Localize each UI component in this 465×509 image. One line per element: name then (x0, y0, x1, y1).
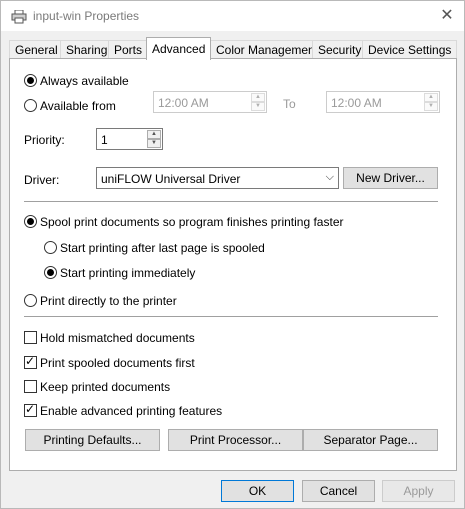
divider (24, 316, 438, 317)
to-time-value: 12:00 AM (331, 96, 382, 110)
priority-value: 1 (101, 133, 108, 147)
to-time-arrows: ▲ ▼ (424, 93, 438, 111)
spool-radio[interactable] (24, 215, 37, 228)
from-time-spinner[interactable]: 12:00 AM ▲ ▼ (153, 91, 267, 113)
priority-label: Priority: (24, 133, 65, 147)
always-available-radio[interactable] (24, 74, 37, 87)
spool-label: Spool print documents so program finishe… (40, 215, 344, 229)
keep-printed-label: Keep printed documents (40, 380, 171, 394)
title-bar: input-win Properties ✕ (1, 1, 464, 31)
ok-button[interactable]: OK (221, 480, 294, 502)
available-from-radio[interactable] (24, 99, 37, 112)
from-time-value: 12:00 AM (158, 96, 209, 110)
driver-select[interactable]: uniFLOW Universal Driver ⌵ (96, 167, 339, 189)
print-spooled-first-checkbox[interactable] (24, 354, 37, 369)
start-immediately-label: Start printing immediately (60, 266, 196, 280)
chevron-down-icon: ⌵ (325, 171, 334, 183)
spin-up-icon[interactable]: ▲ (251, 93, 265, 102)
printing-defaults-button[interactable]: Printing Defaults... (25, 429, 160, 451)
print-direct-radio[interactable] (24, 294, 37, 307)
hold-mismatched-label: Hold mismatched documents (40, 331, 195, 345)
tab-advanced[interactable]: Advanced (146, 37, 212, 60)
divider (24, 201, 438, 202)
enable-advanced-label: Enable advanced printing features (40, 404, 223, 418)
printer-icon (11, 10, 27, 24)
driver-label: Driver: (24, 173, 60, 187)
separator-page-button[interactable]: Separator Page... (303, 429, 438, 451)
tab-ports[interactable]: Ports (108, 40, 149, 59)
after-last-page-label: Start printing after last page is spoole… (60, 241, 265, 255)
start-immediately-radio[interactable] (44, 266, 57, 279)
available-from-label: Available from (40, 99, 116, 113)
tab-color-management[interactable]: Color Management (210, 40, 325, 59)
from-time-arrows: ▲ ▼ (251, 93, 265, 111)
priority-spinner[interactable]: 1 ▲ ▼ (96, 128, 163, 150)
apply-button[interactable]: Apply (382, 480, 455, 502)
to-label: To (283, 97, 296, 111)
cancel-button[interactable]: Cancel (302, 480, 375, 502)
driver-value: uniFLOW Universal Driver (101, 172, 241, 186)
new-driver-button[interactable]: New Driver... (343, 167, 438, 189)
print-processor-button[interactable]: Print Processor... (168, 429, 303, 451)
spin-down-icon[interactable]: ▼ (251, 102, 265, 111)
enable-advanced-checkbox[interactable] (24, 402, 37, 417)
keep-printed-checkbox[interactable] (24, 380, 37, 393)
tab-general[interactable]: General (9, 40, 64, 59)
close-icon[interactable]: ✕ (437, 7, 457, 25)
window-title: input-win Properties (33, 9, 140, 23)
print-direct-label: Print directly to the printer (40, 294, 177, 308)
spin-down-icon[interactable]: ▼ (424, 102, 438, 111)
priority-arrows: ▲ ▼ (147, 130, 161, 148)
after-last-page-radio[interactable] (44, 241, 57, 254)
spin-up-icon[interactable]: ▲ (147, 130, 161, 139)
always-available-label: Always available (40, 74, 129, 88)
spin-up-icon[interactable]: ▲ (424, 93, 438, 102)
to-time-spinner[interactable]: 12:00 AM ▲ ▼ (326, 91, 440, 113)
hold-mismatched-checkbox[interactable] (24, 331, 37, 344)
spin-down-icon[interactable]: ▼ (147, 139, 161, 148)
print-spooled-first-label: Print spooled documents first (40, 356, 195, 370)
tab-security[interactable]: Security (312, 40, 368, 59)
tab-device-settings[interactable]: Device Settings (362, 40, 458, 59)
tab-sharing[interactable]: Sharing (60, 40, 114, 59)
